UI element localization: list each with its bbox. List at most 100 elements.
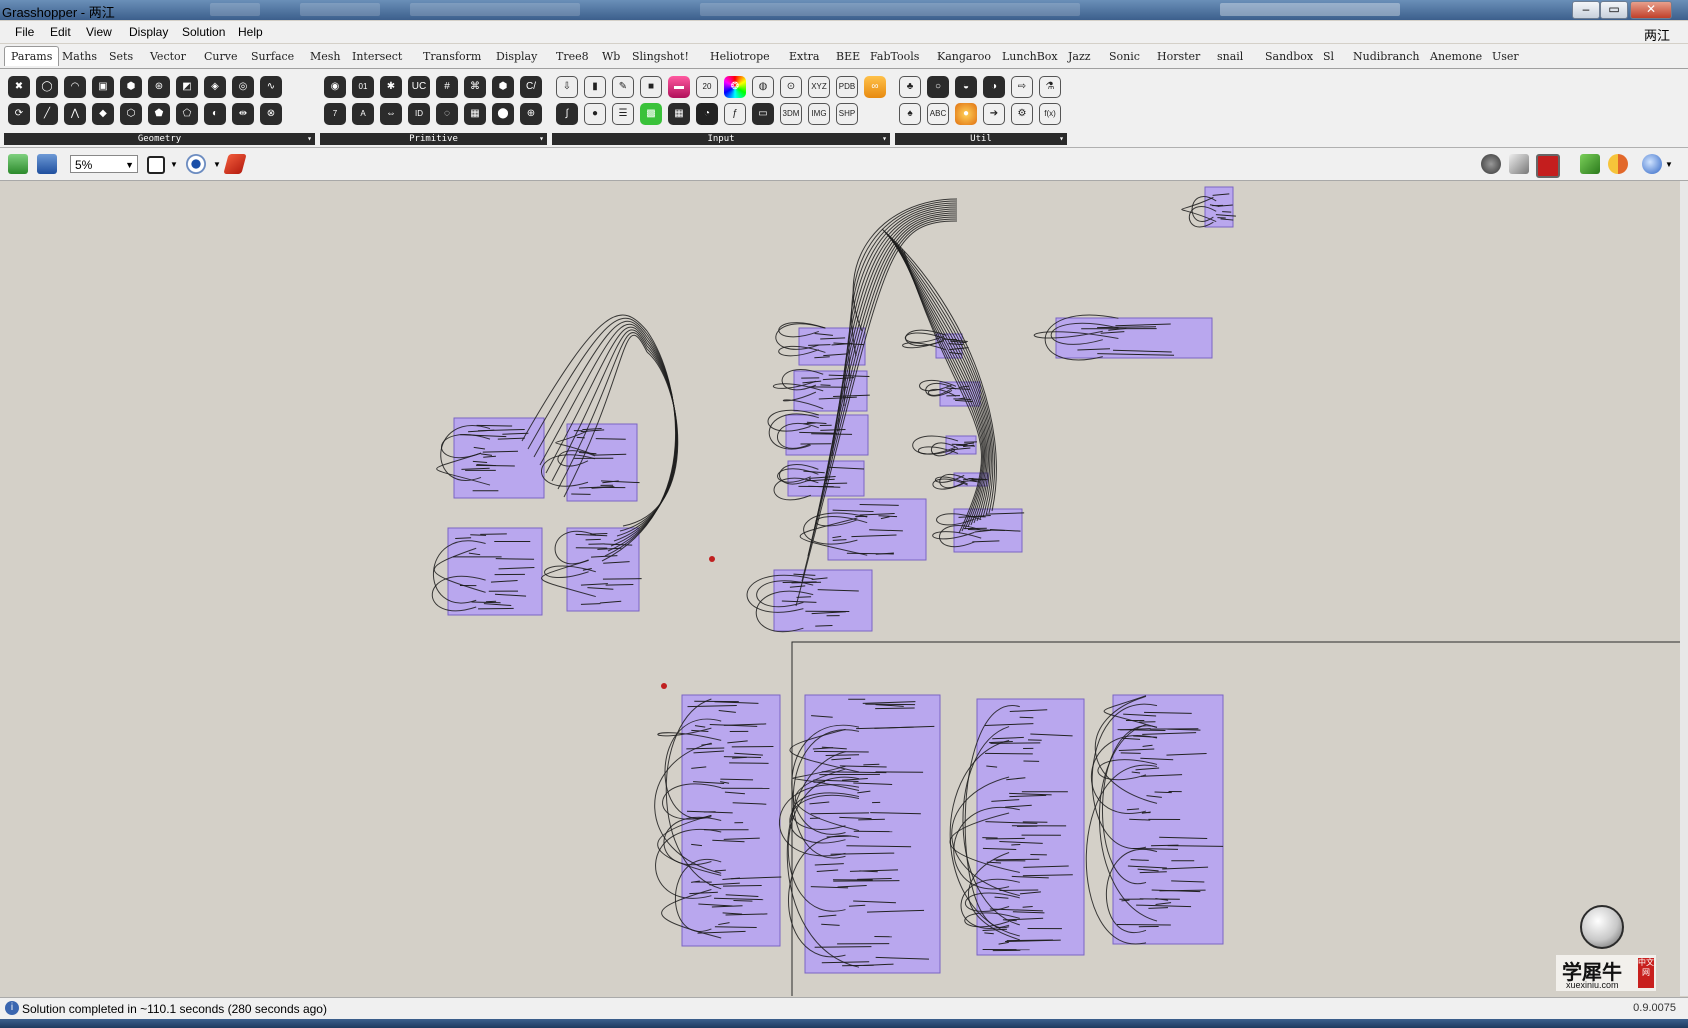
primitive-panel-label[interactable]: Primitive ▾: [320, 133, 547, 145]
document-preview-icon[interactable]: [1642, 154, 1662, 174]
tab-slingshot[interactable]: Slingshot!: [632, 50, 689, 63]
ring-icon[interactable]: ○: [927, 76, 949, 98]
tree-icon[interactable]: ♠: [899, 103, 921, 125]
button-icon[interactable]: ■: [640, 76, 662, 98]
tab-tree8[interactable]: Tree8: [556, 50, 589, 63]
integer-icon[interactable]: 01: [352, 76, 374, 98]
flask-icon[interactable]: ⚗: [1039, 76, 1061, 98]
save-file-icon[interactable]: [37, 154, 57, 174]
gradient-icon[interactable]: ▬: [668, 76, 690, 98]
brep-icon[interactable]: ⬢: [120, 76, 142, 98]
tab-user[interactable]: User: [1492, 50, 1519, 63]
circle-icon[interactable]: ◯: [36, 76, 58, 98]
domain2-icon[interactable]: ⌘: [464, 76, 486, 98]
chevron-down-icon[interactable]: ▼: [170, 160, 178, 169]
fx-icon[interactable]: f(x): [1039, 103, 1061, 125]
bezier-icon[interactable]: ∫: [556, 103, 578, 125]
culture-icon[interactable]: UC: [408, 76, 430, 98]
knob-icon[interactable]: ●: [584, 103, 606, 125]
tab-snail[interactable]: snail: [1217, 50, 1243, 63]
time-icon[interactable]: ⬤: [492, 103, 514, 125]
tab-intersect[interactable]: Intersect: [352, 50, 402, 63]
box-shape-icon[interactable]: ⬟: [148, 103, 170, 125]
plane-icon[interactable]: ⬡: [120, 103, 142, 125]
import-icon[interactable]: ⇩: [556, 76, 578, 98]
tab-sandbox[interactable]: Sandbox: [1265, 50, 1313, 63]
field-icon[interactable]: ◈: [204, 76, 226, 98]
cup-icon[interactable]: ◒: [955, 76, 977, 98]
bulb-icon[interactable]: ●: [955, 103, 977, 125]
menu-solution[interactable]: Solution: [182, 25, 225, 39]
xyz-icon[interactable]: XYZ: [808, 76, 830, 98]
group-icon[interactable]: ⟳: [8, 103, 30, 125]
minimize-button[interactable]: ‒: [1572, 1, 1600, 19]
shape-icon[interactable]: ID: [408, 103, 430, 125]
box-icon[interactable]: ▣: [92, 76, 114, 98]
number-icon[interactable]: 7: [324, 103, 346, 125]
function-icon[interactable]: ƒ: [724, 103, 746, 125]
file-path-icon[interactable]: C/: [520, 76, 542, 98]
interval-icon[interactable]: ⇔: [380, 103, 402, 125]
tab-horster[interactable]: Horster: [1157, 50, 1200, 63]
swatch-icon[interactable]: ◍: [752, 76, 774, 98]
mesh-settings-icon[interactable]: [1580, 154, 1600, 174]
right-arrow-icon[interactable]: ➔: [983, 103, 1005, 125]
menu-edit[interactable]: Edit: [50, 25, 71, 39]
tab-wb[interactable]: Wb: [602, 50, 620, 63]
tab-bee[interactable]: BEE: [836, 50, 860, 63]
shp-icon[interactable]: SHP: [836, 103, 858, 125]
menu-file[interactable]: File: [15, 25, 34, 39]
geometry-panel-label[interactable]: Geometry ▾: [4, 133, 315, 145]
right-scroll-strip[interactable]: [1680, 181, 1688, 996]
tab-mesh[interactable]: Mesh: [310, 50, 341, 63]
zoom-combobox[interactable]: 5% ▼: [70, 155, 138, 173]
cherry-icon[interactable]: ♣: [899, 76, 921, 98]
guid-icon[interactable]: ◌: [436, 103, 458, 125]
path-icon[interactable]: ⊕: [520, 103, 542, 125]
canvas-graph[interactable]: [2, 181, 1680, 996]
boolean-icon[interactable]: ◉: [324, 76, 346, 98]
tab-fabtools[interactable]: FabTools: [870, 50, 919, 63]
zoom-extents-icon[interactable]: [147, 156, 165, 174]
surface-param-icon[interactable]: ⬠: [176, 103, 198, 125]
geometry-icon[interactable]: ∿: [260, 76, 282, 98]
transform-icon[interactable]: ⇹: [232, 103, 254, 125]
gear-icon[interactable]: ⚙: [1011, 103, 1033, 125]
preview-eye-icon[interactable]: [186, 154, 206, 174]
mesh-icon[interactable]: ⋀: [64, 103, 86, 125]
pdb-icon[interactable]: PDB: [836, 76, 858, 98]
open-file-icon[interactable]: [8, 154, 28, 174]
image-icon[interactable]: IMG: [808, 103, 830, 125]
colour-wheel-icon[interactable]: ❂: [724, 76, 746, 98]
complex-icon[interactable]: ⬢: [492, 76, 514, 98]
toggle-icon[interactable]: ▮: [584, 76, 606, 98]
surface-icon[interactable]: ◩: [176, 76, 198, 98]
preview-shaded-icon[interactable]: [1509, 154, 1529, 174]
disc-icon[interactable]: ◑: [983, 76, 1005, 98]
tab-lunchbox[interactable]: LunchBox: [1002, 50, 1058, 63]
preview-selected-icon[interactable]: [1536, 154, 1560, 178]
slider-icon[interactable]: ▭: [752, 103, 774, 125]
matrix-icon[interactable]: ▦: [464, 103, 486, 125]
tab-nudibranch[interactable]: Nudibranch: [1353, 50, 1419, 63]
circle-param-icon[interactable]: ⊛: [148, 76, 170, 98]
grasshopper-canvas[interactable]: [2, 181, 1680, 996]
tab-surface[interactable]: Surface: [251, 50, 294, 63]
util-panel-label[interactable]: Util ▾: [895, 133, 1067, 145]
panel-icon[interactable]: ✎: [612, 76, 634, 98]
arc-icon[interactable]: ◠: [64, 76, 86, 98]
clock-icon[interactable]: ◔: [696, 103, 718, 125]
maximize-button[interactable]: ▭: [1600, 1, 1628, 19]
canvas-navigator-widget[interactable]: [1580, 905, 1624, 949]
menu-display[interactable]: Display: [129, 25, 168, 39]
twisted-box-icon[interactable]: ◐: [204, 103, 226, 125]
preview-wireframe-icon[interactable]: [1481, 154, 1501, 174]
tab-maths[interactable]: Maths: [62, 50, 97, 63]
sketch-brush-icon[interactable]: [223, 154, 247, 174]
tab-display[interactable]: Display: [496, 50, 537, 63]
tab-vector[interactable]: Vector: [150, 50, 186, 63]
calendar-icon[interactable]: 20: [696, 76, 718, 98]
tab-kangaroo[interactable]: Kangaroo: [937, 50, 991, 63]
point-icon[interactable]: ✖: [8, 76, 30, 98]
close-button[interactable]: ✕: [1630, 1, 1672, 19]
